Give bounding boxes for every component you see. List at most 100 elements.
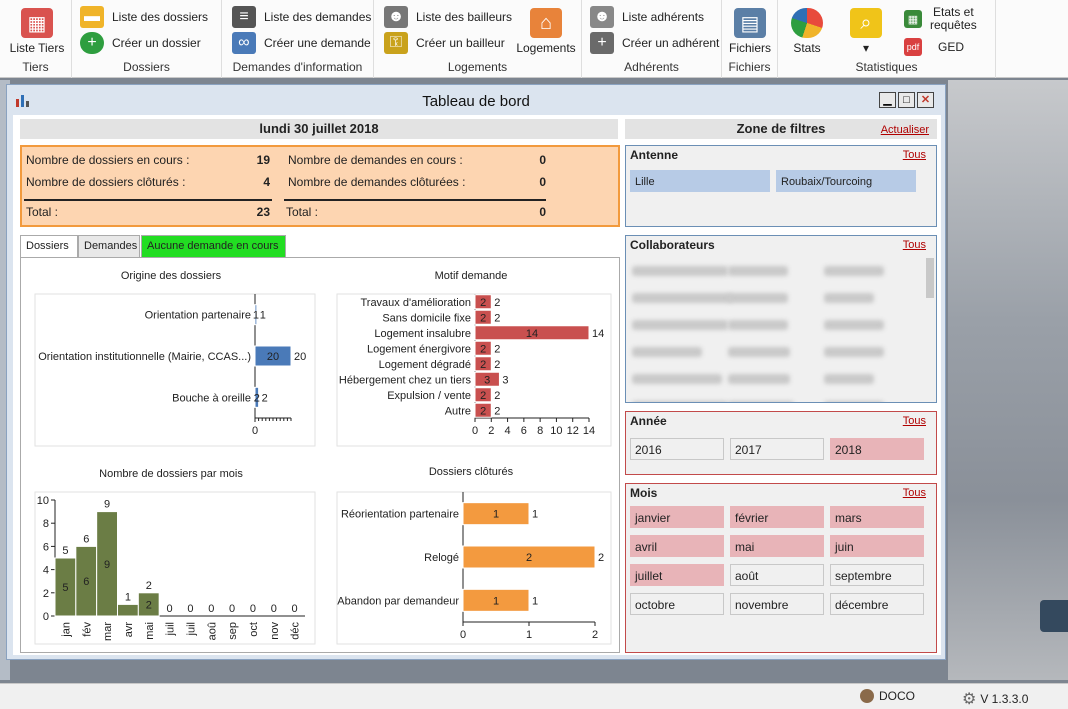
category-label: Bouche à oreille [172,392,251,404]
window-title: Tableau de bord [422,93,530,110]
demandes-cloturees-value: 0 [539,175,546,189]
tab-demandes[interactable]: Demandes [78,235,140,257]
antenne-chip-lille[interactable]: Lille [630,170,770,192]
mois-chip[interactable]: novembre [730,593,824,615]
collaborateur-item[interactable] [728,401,794,402]
fichiers-button[interactable]: ▤ Fichiers [726,8,774,55]
ged-button[interactable]: pdf GED [904,38,964,56]
close-button[interactable]: ✕ [917,92,934,108]
collaborateur-item[interactable] [824,266,884,276]
filter-header: Zone de filtres Actualiser [625,119,937,139]
tab-aucune-demande[interactable]: Aucune demande en cours [141,235,286,257]
summary-panel: Nombre de dossiers en cours : 19 Nombre … [20,145,620,227]
collaborateurs-tous-link[interactable]: Tous [903,239,926,251]
collaborateur-item[interactable] [632,293,732,303]
creer-demande-button[interactable]: ∞ Créer une demande [232,32,371,54]
collaborateur-item[interactable] [728,374,790,384]
mois-chip[interactable]: mars [830,506,924,528]
collaborateur-item[interactable] [632,401,728,402]
collaborateur-item[interactable] [632,266,728,276]
analyse-dropdown-button[interactable]: ⌕ ▾ [846,8,886,55]
annee-tous-link[interactable]: Tous [903,415,926,427]
group-icon: ☻ [590,6,614,28]
collaborateur-item[interactable] [632,347,702,357]
total-demandes-value: 0 [539,205,546,219]
annee-chip-2016[interactable]: 2016 [630,438,724,460]
mois-chip[interactable]: septembre [830,564,924,586]
charts-panel: Origine des dossiers Motif demande Nombr… [20,257,620,653]
collaborateur-item[interactable] [824,320,884,330]
bar-inner-label: 2 [480,405,486,417]
annee-chip-2017[interactable]: 2017 [730,438,824,460]
dossiers-en-cours-label: Nombre de dossiers en cours : [26,153,190,167]
category-label: Réorientation partenaire [341,509,459,521]
bar-inner-label: 3 [484,374,490,386]
x-tick-label: juil [185,622,197,636]
window-titlebar[interactable]: Tableau de bord ▁ □ ✕ [7,85,945,115]
calendar-person-icon: ▦ [21,8,53,38]
collaborateur-item[interactable] [728,266,788,276]
mois-chip[interactable]: décembre [830,593,924,615]
mois-chip[interactable]: avril [630,535,724,557]
collaborateur-item[interactable] [728,293,788,303]
x-tick-label: fév [81,622,93,637]
y-tick-label: 10 [37,495,49,507]
category-label: Logement insalubre [374,328,471,340]
annee-chip-2018[interactable]: 2018 [830,438,924,460]
creer-dossier-button[interactable]: + Créer un dossier [80,32,201,54]
add-circle-icon: + [80,32,104,54]
logements-button[interactable]: ⌂ Logements [514,8,578,55]
bar-inner-label: 2 [480,343,486,355]
maximize-button[interactable]: □ [898,92,915,108]
mois-chip[interactable]: mai [730,535,824,557]
bar-value-label: 1 [125,591,131,603]
mois-chip[interactable]: octobre [630,593,724,615]
liste-bailleurs-button[interactable]: ☻ Liste des bailleurs [384,6,512,28]
mois-chip[interactable]: août [730,564,824,586]
category-label: Autre [445,405,471,417]
mois-chip[interactable]: janvier [630,506,724,528]
person-key-icon: ☻ [384,6,408,28]
creer-bailleur-button[interactable]: ⚿ Créer un bailleur [384,32,505,54]
mois-tous-link[interactable]: Tous [903,487,926,499]
collaborateur-item[interactable] [728,347,790,357]
ribbon-group-adherents: ☻ Liste adhérents + Créer un adhérent Ad… [582,0,722,78]
collaborateur-item[interactable] [824,347,884,357]
x-tick-label: 0 [252,425,258,437]
collaborateur-item[interactable] [824,374,874,384]
tab-dossiers[interactable]: Dossiers [20,235,78,258]
stats-button[interactable]: Stats [784,8,830,55]
mois-chip[interactable]: février [730,506,824,528]
filter-zone: Zone de filtres Actualiser Antenne Tous … [625,119,937,655]
x-tick-label: 10 [550,425,562,437]
liste-dossiers-button[interactable]: ▬ Liste des dossiers [80,6,208,28]
side-panel-handle[interactable] [1040,600,1068,632]
collaborateurs-scrollbar[interactable] [926,258,934,298]
antenne-chip-roubaix[interactable]: Roubaix/Tourcoing [776,170,916,192]
liste-adherents-label: Liste adhérents [622,10,705,24]
collaborateur-item[interactable] [824,293,874,303]
folder-icon: ▬ [80,6,104,28]
liste-tiers-button[interactable]: ▦ Liste Tiers [8,8,66,55]
bar-inner-label: 2 [480,312,486,324]
collaborateur-item[interactable] [824,401,884,402]
antenne-tous-link[interactable]: Tous [903,149,926,161]
minimize-button[interactable]: ▁ [879,92,896,108]
liste-adherents-button[interactable]: ☻ Liste adhérents [590,6,704,28]
collaborateur-item[interactable] [632,374,722,384]
collaborateur-item[interactable] [728,320,788,330]
group-label-statistiques: Statistiques [855,60,918,74]
mois-chip[interactable]: juillet [630,564,724,586]
fichiers-label: Fichiers [728,41,771,55]
etats-requetes-button[interactable]: ▦ Etats et requêtes [904,6,977,32]
creer-adherent-button[interactable]: + Créer un adhérent [590,32,719,54]
city-background-image [948,80,1068,680]
liste-demandes-button[interactable]: ≡ Liste des demandes [232,6,371,28]
bar-value-label: 2 [494,312,500,324]
actualiser-link[interactable]: Actualiser [881,120,929,140]
x-tick-label: 12 [567,425,579,437]
bar-inner-label: 2 [480,390,486,402]
bar-value-label: 6 [83,533,89,545]
collaborateur-item[interactable] [632,320,728,330]
mois-chip[interactable]: juin [830,535,924,557]
